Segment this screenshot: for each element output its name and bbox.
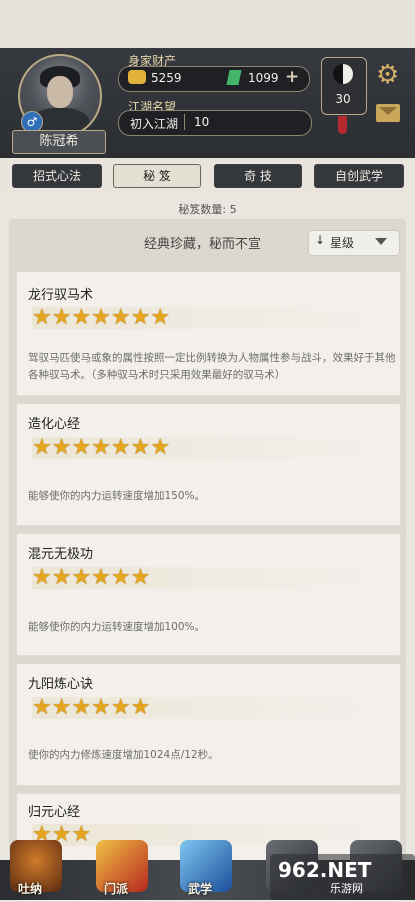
watermark-subtext: 乐游网: [330, 882, 363, 895]
yinyang-icon: [333, 64, 353, 84]
fame-level: 10: [194, 115, 210, 129]
tassel-icon: [338, 116, 347, 134]
star-rating: ★★★★★★★: [32, 435, 171, 460]
skill-name: 归元心经: [28, 805, 81, 820]
sort-label: 星级: [330, 236, 355, 250]
watermark-text: 962.NET: [278, 858, 372, 882]
wealth-bar: [118, 66, 310, 92]
add-currency-button[interactable]: +: [285, 67, 299, 87]
fame-divider: [184, 114, 185, 130]
chevron-down-icon: [375, 238, 387, 245]
nav-label-sect: 门派: [104, 882, 129, 896]
fame-rank: 初入江湖: [130, 117, 179, 131]
skill-description: 使你的内力修炼速度增加1024点/12秒。: [28, 749, 219, 761]
settings-gear-icon[interactable]: ⚙: [376, 62, 399, 88]
skill-description: 能够使你的内力运转速度增加150%。: [28, 490, 206, 502]
mail-icon[interactable]: [376, 104, 400, 122]
avatar-face: [47, 76, 73, 108]
skill-description: 能够使你的内力运转速度增加100%。: [28, 621, 206, 633]
skill-description: 驾驭马匹使马或象的属性按照一定比例转换为人物属性参与战斗，效果好于其他各种驭马术…: [28, 352, 396, 381]
skill-name: 造化心经: [28, 417, 81, 432]
tab-moves[interactable]: 招式心法: [12, 164, 102, 188]
jade-value: 1099: [248, 71, 279, 85]
gold-value: 5259: [151, 71, 182, 85]
panel-header: 经典珍藏，秘而不宣: [144, 237, 262, 252]
status-bar-area: [0, 0, 415, 48]
nav-label-martial-arts: 武学: [188, 882, 213, 896]
player-name: 陈冠希: [12, 130, 106, 154]
star-rating: ★★★★★★: [32, 695, 151, 720]
skill-name: 九阳炼心诀: [28, 677, 94, 692]
star-rating: ★★★★★★★: [32, 305, 171, 330]
skill-name: 龙行驭马术: [28, 288, 94, 303]
manual-count: 秘笈数量: 5: [178, 203, 237, 216]
gold-ingot-icon: [128, 70, 146, 84]
skill-name: 混元无极功: [28, 547, 94, 562]
nav-label-breathing: 吐纳: [18, 882, 43, 896]
star-rating: ★★★★★★: [32, 565, 151, 590]
badge-level: 30: [335, 92, 351, 106]
tab-secret-manuals[interactable]: 秘 笈: [113, 164, 201, 188]
sort-arrow-icon: ↓: [315, 233, 326, 247]
tab-special-skills[interactable]: 奇 技: [214, 164, 302, 188]
tab-custom-martial-arts[interactable]: 自创武学: [314, 164, 404, 188]
